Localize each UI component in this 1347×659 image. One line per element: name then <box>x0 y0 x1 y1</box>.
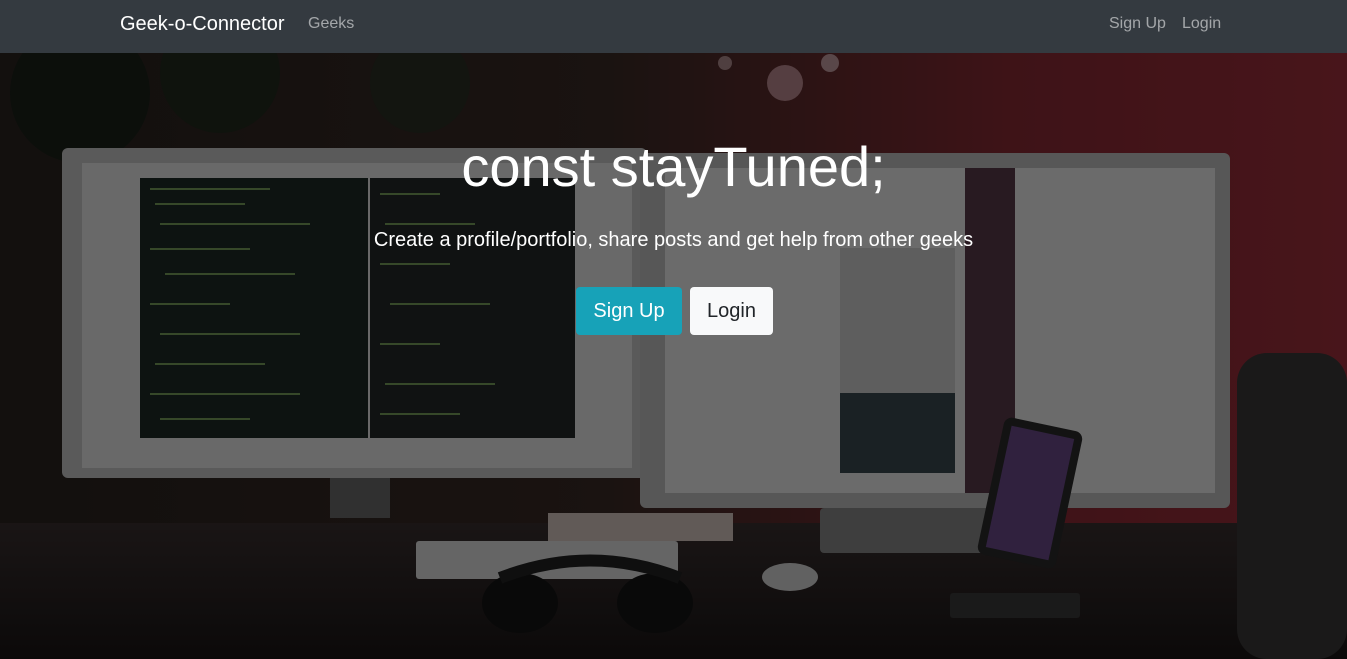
brand-link[interactable]: Geek-o-Connector <box>120 13 285 36</box>
nav-link-geeks[interactable]: Geeks <box>308 15 354 33</box>
landing-hero: const stayTuned; Create a profile/portfo… <box>0 53 1347 659</box>
top-navbar: Geek-o-Connector Geeks Sign Up Login <box>0 0 1347 53</box>
hero-title: const stayTuned; <box>461 135 886 198</box>
login-button[interactable]: Login <box>690 287 773 335</box>
hero-lead: Create a profile/portfolio, share posts … <box>373 229 974 251</box>
nav-link-sign-up[interactable]: Sign Up <box>1109 15 1166 33</box>
sign-up-button[interactable]: Sign Up <box>576 287 682 335</box>
nav-link-login[interactable]: Login <box>1182 15 1221 33</box>
